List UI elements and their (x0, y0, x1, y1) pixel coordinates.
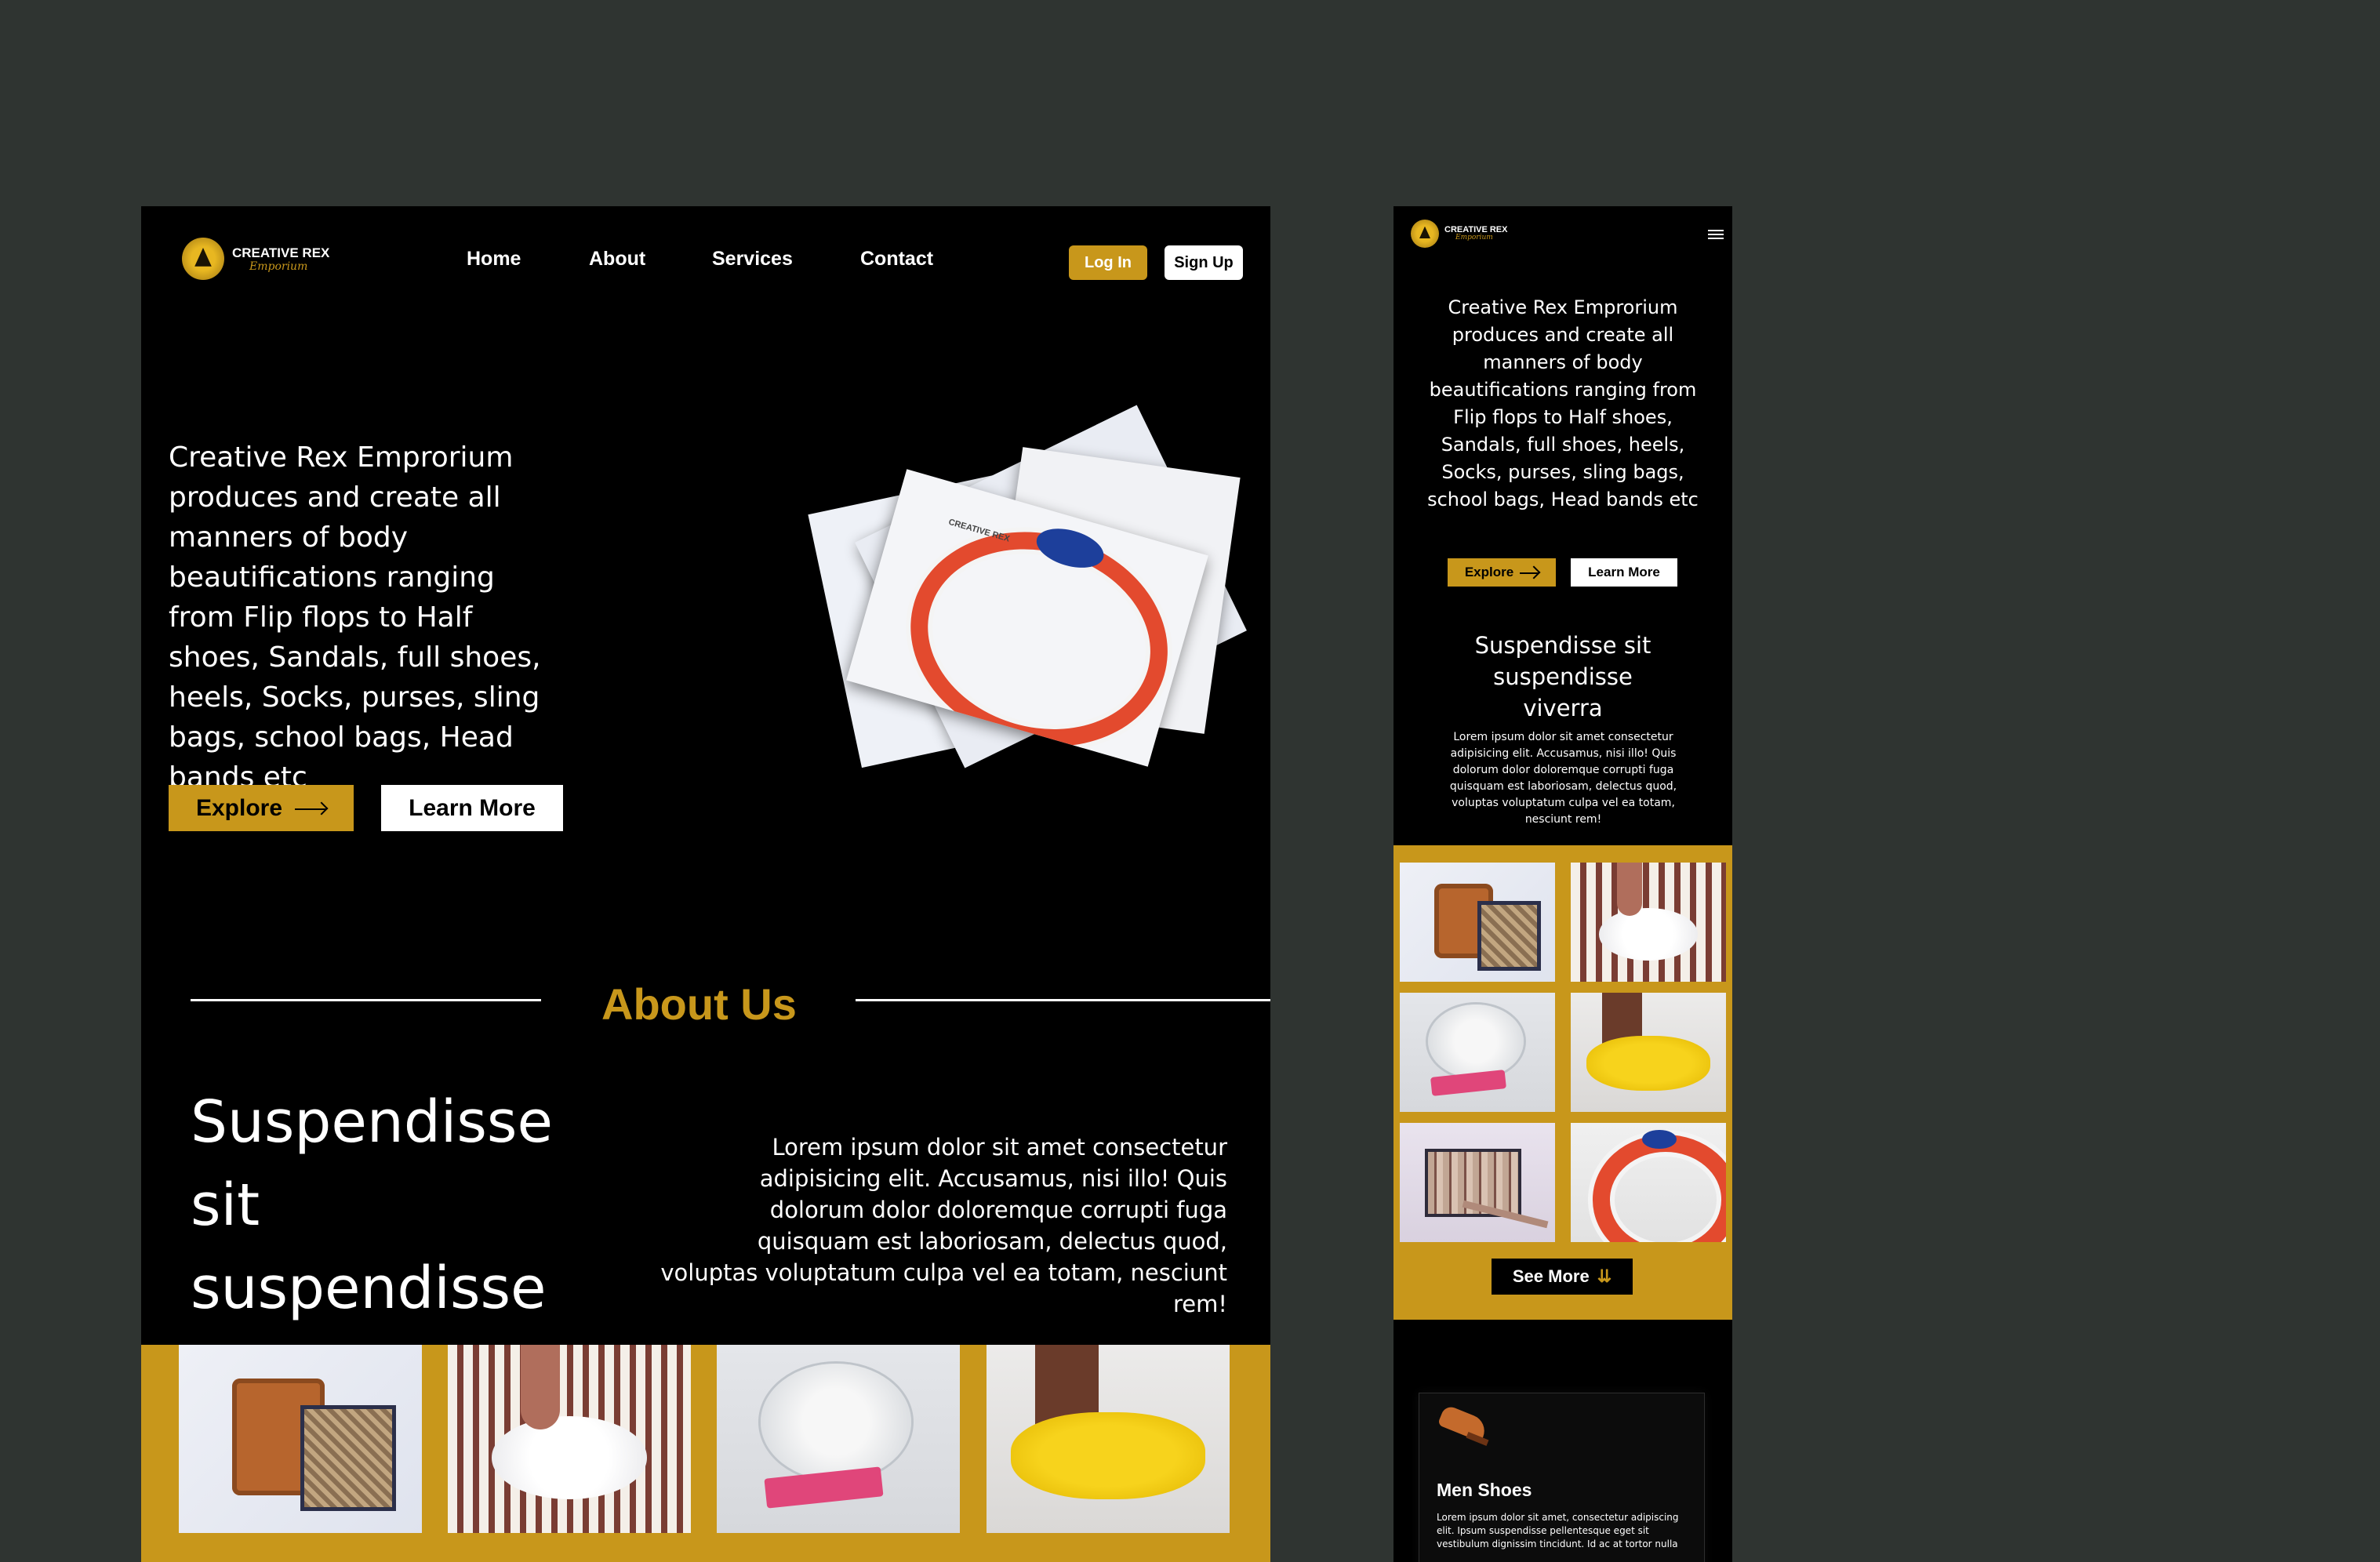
brand-name: CREATIVE REX (232, 245, 330, 260)
mobile-gallery-fur-slipper[interactable] (1571, 993, 1726, 1112)
see-more-label: See More (1512, 1266, 1590, 1286)
mobile-brand-script: Emporium (1455, 234, 1493, 242)
gallery-image-backpack[interactable] (179, 1345, 422, 1533)
signup-button[interactable]: Sign Up (1165, 245, 1243, 280)
mobile-about-body: Lorem ipsum dolor sit amet consectetur a… (1449, 731, 1677, 826)
mobile-gallery-slipper[interactable] (1571, 863, 1726, 982)
mobile-gallery-plate[interactable] (1400, 993, 1555, 1112)
nav-home[interactable]: Home (467, 248, 521, 271)
chevron-double-down-icon: ⇊ (1597, 1266, 1612, 1286)
login-button[interactable]: Log In (1069, 245, 1147, 280)
mobile-frame: CREATIVE REX Emporium Creative Rex Empro… (1393, 206, 1732, 1562)
nav-services[interactable]: Services (712, 248, 793, 271)
arrow-right-icon (1520, 568, 1539, 577)
service-card-title: Men Shoes (1437, 1480, 1532, 1500)
shoe-icon (1435, 1393, 1506, 1456)
hamburger-icon[interactable] (1708, 230, 1724, 241)
about-title: About Us (601, 979, 797, 1029)
desktop-frame: CREATIVE REX Emporium Home About Service… (141, 206, 1270, 1562)
nav-about[interactable]: About (589, 248, 645, 271)
mobile-hero-description: Creative Rex Emprorium produces and crea… (1427, 296, 1699, 510)
mobile-about-heading: Suspendisse sit suspendisse viverra (1474, 632, 1651, 721)
hero-description: Creative Rex Emprorium produces and crea… (169, 441, 541, 794)
gallery-image-slipper[interactable] (448, 1345, 691, 1533)
logo-crest-icon (182, 238, 224, 280)
nav-contact[interactable]: Contact (860, 248, 933, 271)
see-more-button[interactable]: See More ⇊ (1492, 1259, 1633, 1295)
mobile-learn-more-button[interactable]: Learn More (1571, 558, 1677, 587)
brand-logo[interactable]: CREATIVE REX Emporium (182, 238, 329, 280)
mobile-gallery-purse[interactable] (1400, 1123, 1555, 1242)
explore-button[interactable]: Explore (169, 785, 354, 831)
learn-more-button[interactable]: Learn More (381, 785, 563, 831)
hero-collage: CREATIVE REX (808, 405, 1247, 798)
mobile-gallery-wreath[interactable] (1571, 1123, 1726, 1242)
service-card-body: Lorem ipsum dolor sit amet, consectetur … (1437, 1512, 1679, 1549)
logo-crest-icon (1411, 220, 1439, 248)
mobile-gallery-backpack[interactable] (1400, 863, 1555, 982)
gallery-band (141, 1345, 1270, 1562)
mobile-gallery-band: See More ⇊ (1393, 845, 1732, 1320)
gallery-image-plate[interactable] (717, 1345, 960, 1533)
about-divider-left (191, 999, 541, 1001)
mobile-explore-button[interactable]: Explore (1448, 558, 1556, 587)
explore-label: Explore (195, 794, 283, 821)
about-divider-right (856, 999, 1270, 1001)
gallery-image-fur-slipper[interactable] (987, 1345, 1230, 1533)
image-badge: CREATIVE REX (947, 517, 1011, 544)
about-body: Lorem ipsum dolor sit amet consectetur a… (660, 1134, 1227, 1317)
brand-script: Emporium (249, 260, 308, 273)
mobile-brand-logo[interactable]: CREATIVE REX Emporium (1411, 220, 1507, 248)
mobile-explore-label: Explore (1464, 565, 1514, 579)
arrow-right-icon (295, 801, 327, 816)
service-card-men-shoes[interactable]: Men Shoes Lorem ipsum dolor sit amet, co… (1419, 1393, 1705, 1562)
